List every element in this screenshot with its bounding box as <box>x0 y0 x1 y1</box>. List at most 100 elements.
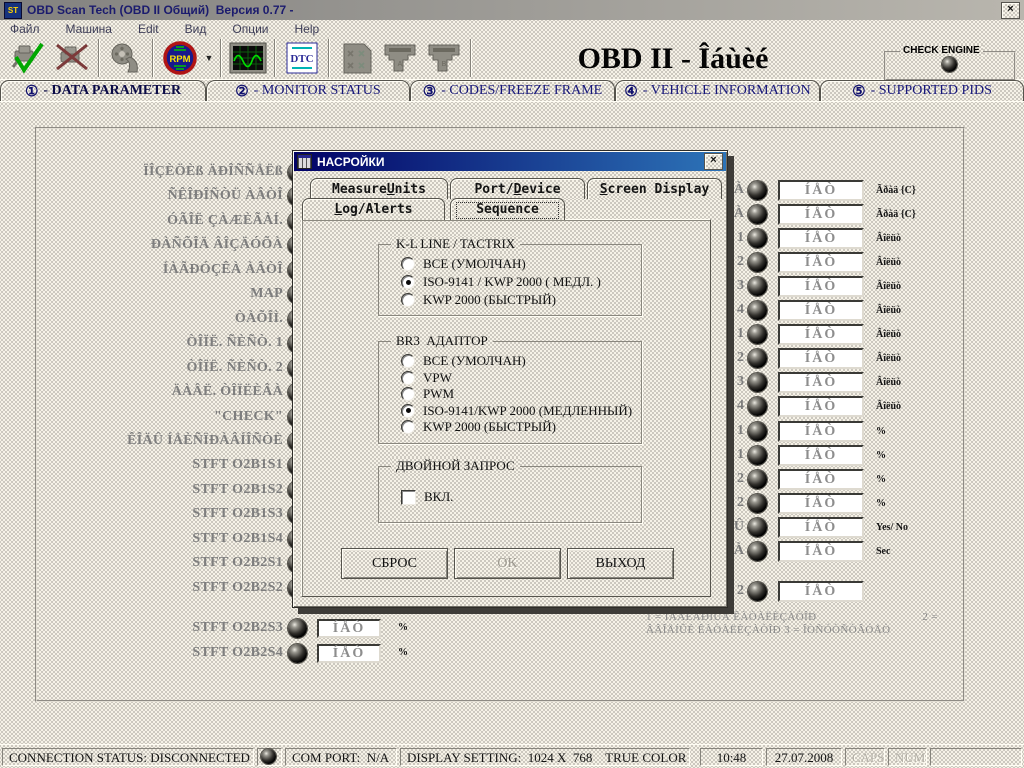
rpm-button[interactable]: RPM <box>158 39 202 77</box>
dialog-tab-screen-display[interactable]: Screen Display <box>587 178 722 199</box>
tab-number: ② <box>235 82 248 101</box>
param-value-box: ÍÅÒ <box>778 324 864 345</box>
param-unit: Yes/ No <box>876 522 908 533</box>
svg-text:DTC: DTC <box>290 53 313 65</box>
tab--supported-pids[interactable]: ⑤- SUPPORTED PIDS <box>820 80 1024 101</box>
param-unit: Âîëüò <box>876 305 901 316</box>
param-led <box>748 582 767 601</box>
param-label-tail: 2 <box>726 583 744 599</box>
выход-button[interactable]: ВЫХОД <box>567 548 674 579</box>
сброс-button[interactable]: СБРОС <box>341 548 448 579</box>
radio-icon[interactable] <box>401 354 415 368</box>
tab--data-parameter[interactable]: ①- DATA PARAMETER <box>0 80 206 101</box>
param-label-tail: 3 <box>726 278 744 294</box>
radio-label: ISO-9141/KWP 2000 (МЕДЛЕННЫЙ) <box>423 403 632 419</box>
toolbar-separator <box>274 39 276 77</box>
param-unit: Âîëüò <box>876 401 901 412</box>
dtc-button[interactable]: DTC <box>280 39 324 77</box>
menu-item-машина[interactable]: Машина <box>66 22 112 36</box>
tab--vehicle-information[interactable]: ④- VEHICLE INFORMATION <box>615 80 820 101</box>
radio-label: ВСЕ (УМОЛЧАН) <box>423 256 526 272</box>
menu-item-help[interactable]: Help <box>294 22 319 36</box>
param-label-tail: 1 <box>726 423 744 439</box>
radio-icon[interactable] <box>401 387 415 401</box>
toolbar: RPM ▼ DTC <box>0 37 1024 80</box>
plug-b-button[interactable]: B <box>422 39 466 77</box>
oscilloscope-button[interactable] <box>226 39 270 77</box>
param-value-box: ÍÅÒ <box>778 517 864 538</box>
dialog-titlebar[interactable]: НАСРОЙКИ × <box>294 152 726 171</box>
param-value-box: ÍÅÒ <box>778 421 864 442</box>
radio-option[interactable]: KWP 2000 (БЫСТРЫЙ) <box>401 419 641 436</box>
tab-number: ① <box>25 82 38 101</box>
radio-icon[interactable] <box>401 371 415 385</box>
disconnect-button[interactable] <box>50 39 94 77</box>
menu-bar: Файл Машина Edit Вид Опции Help <box>0 20 1024 37</box>
menu-item-опции[interactable]: Опции <box>232 22 268 36</box>
param-led <box>748 253 767 272</box>
param-value-box: ÍÅÒ <box>778 581 864 602</box>
plug-a-button[interactable]: A <box>378 39 422 77</box>
tab-label: - MONITOR STATUS <box>254 83 381 99</box>
param-led <box>748 470 767 489</box>
group-double-request-title: ДВОЙНОЙ ЗАПРОС <box>391 458 520 474</box>
dialog-tab-measure-units[interactable]: Measure Units <box>310 178 448 199</box>
radio-icon[interactable] <box>401 275 415 289</box>
connect-button[interactable] <box>6 39 50 77</box>
radio-option[interactable]: ВСЕ (УМОЛЧАН) <box>401 353 641 370</box>
param-unit: Ãðàä {C} <box>876 209 916 220</box>
param-value-box: ÍÅÒ <box>778 300 864 321</box>
tab-label: - VEHICLE INFORMATION <box>643 83 811 99</box>
plug-b-icon: B <box>425 41 463 75</box>
param-label: STFT O2B2S1 <box>35 555 283 572</box>
dialog-close-button[interactable]: × <box>704 153 723 170</box>
param-led <box>748 446 767 465</box>
rpm-dropdown-arrow[interactable]: ▼ <box>202 39 216 77</box>
tab-label-accel: D <box>514 182 522 197</box>
record-log-button[interactable] <box>104 39 148 77</box>
radio-option[interactable]: ВСЕ (УМОЛЧАН) <box>401 255 641 273</box>
param-label: ÓÃÎË ÇÀÆÈÃÀÍ. <box>35 213 283 230</box>
tab-number: ⑤ <box>852 82 865 101</box>
dialog-tab-log-alerts[interactable]: Log/Alerts <box>302 198 445 220</box>
radio-option[interactable]: VPW <box>401 370 641 387</box>
param-unit: % <box>876 498 886 509</box>
radio-option[interactable]: KWP 2000 (БЫСТРЫЙ) <box>401 291 641 309</box>
param-value-box: ÍÅÒ <box>778 180 864 201</box>
radio-icon[interactable] <box>401 404 415 418</box>
menu-item-файл[interactable]: Файл <box>10 22 40 36</box>
tab-label: Sequence <box>476 202 539 217</box>
param-label: STFT O2B2S4 <box>35 645 283 662</box>
tab-number: ③ <box>423 82 436 101</box>
radio-label: ВСЕ (УМОЛЧАН) <box>423 353 526 369</box>
menu-item-edit[interactable]: Edit <box>138 22 159 36</box>
param-unit: Ãðàä {C} <box>876 185 916 196</box>
radio-icon[interactable] <box>401 293 415 307</box>
tab--codes-freeze-frame[interactable]: ③- CODES/FREEZE FRAME <box>410 80 615 101</box>
param-value-box: ÍÅÒ <box>778 276 864 297</box>
param-label-tail: 4 <box>726 398 744 414</box>
param-label: "CHECK" <box>35 409 283 426</box>
param-label-tail: À <box>726 543 744 559</box>
param-led <box>748 518 767 537</box>
param-label: ÄÀÂË. ÒÎÏËÈÂÀ <box>35 384 283 401</box>
check-engine-label: CHECK ENGINE <box>900 45 983 56</box>
dialog-tab-port-device[interactable]: Port/Device <box>450 178 585 199</box>
param-label: ÒÎÏË. ÑÈÑÒ. 2 <box>35 360 283 377</box>
radio-icon[interactable] <box>401 420 415 434</box>
radio-option[interactable]: ISO-9141/KWP 2000 (МЕДЛЕННЫЙ) <box>401 403 641 420</box>
double-request-option[interactable]: ВКЛ. <box>401 489 641 505</box>
dialog-tab-sequence[interactable]: Sequence <box>450 198 565 220</box>
param-label-tail: 3 <box>726 374 744 390</box>
param-unit: Âîëüò <box>876 329 901 340</box>
radio-option[interactable]: PWM <box>401 386 641 403</box>
tab--monitor-status[interactable]: ② - MONITOR STATUS <box>206 80 410 101</box>
radio-option[interactable]: ISO-9141 / KWP 2000 ( МЕДЛ. ) <box>401 273 641 291</box>
param-label-tail: À <box>726 206 744 222</box>
checkbox-icon[interactable] <box>401 490 416 505</box>
memory-card-button[interactable] <box>334 39 378 77</box>
menu-item-вид[interactable]: Вид <box>185 22 207 36</box>
window-close-button[interactable]: × <box>1001 2 1020 19</box>
group-br3-adapter: BR3 АДАПТОР ВСЕ (УМОЛЧАН)VPWPWMISO-9141/… <box>378 341 642 444</box>
radio-icon[interactable] <box>401 257 415 271</box>
